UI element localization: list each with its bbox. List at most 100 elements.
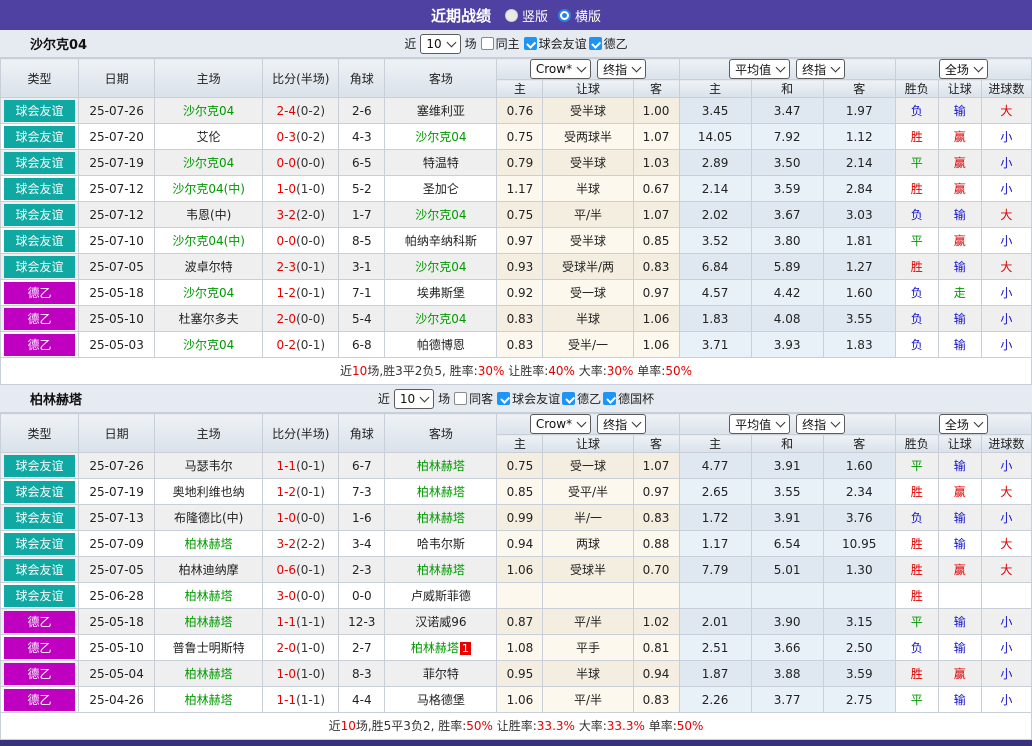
final-odds-select[interactable]: 终指 — [597, 59, 647, 79]
crow-home-odds: 0.94 — [496, 530, 544, 557]
league-filter[interactable]: 德乙 — [588, 35, 628, 52]
away-team[interactable]: 柏林赫塔 — [417, 511, 465, 525]
home-team[interactable]: 艾伦 — [197, 130, 221, 144]
away-team[interactable]: 柏林赫塔 — [411, 641, 459, 655]
home-team[interactable]: 柏林赫塔 — [185, 537, 233, 551]
league-filters: 球会友谊 德乙 德国杯 — [497, 390, 654, 407]
away-team-cell: 沙尔克04 — [384, 253, 498, 280]
home-team[interactable]: 布隆德比(中) — [174, 511, 243, 525]
bookmaker-select[interactable]: Crow* — [529, 414, 592, 434]
checkbox-checked-icon[interactable] — [497, 392, 511, 405]
checkbox-checked-icon[interactable] — [562, 392, 576, 405]
home-team[interactable]: 沙尔克04 — [183, 286, 234, 300]
away-team[interactable]: 菲尔特 — [423, 667, 459, 681]
score-cell: 1-1(1-1) — [262, 686, 340, 713]
home-team[interactable]: 沙尔克04 — [183, 156, 234, 170]
home-team[interactable]: 沙尔克04(中) — [172, 182, 245, 196]
same-venue-filter[interactable]: 同主 — [480, 35, 520, 52]
home-team[interactable]: 韦恩(中) — [186, 208, 231, 222]
home-team[interactable]: 柏林迪纳摩 — [179, 563, 239, 577]
chevron-down-icon — [446, 37, 457, 47]
match-count-select[interactable]: 10 — [393, 388, 435, 409]
away-team[interactable]: 沙尔克04 — [415, 208, 466, 222]
home-team[interactable]: 普鲁士明斯特 — [173, 641, 245, 655]
match-row: 球会友谊 25-07-12 韦恩(中) 3-2(2-0) 1-7 沙尔克04 0… — [0, 201, 1032, 228]
checkbox-checked-icon[interactable] — [588, 37, 602, 50]
away-team[interactable]: 柏林赫塔 — [417, 459, 465, 473]
final-odds-select-2[interactable]: 终指 — [796, 59, 846, 79]
same-venue-filter[interactable]: 同客 — [454, 390, 493, 407]
result-handicap: 输 — [937, 97, 982, 124]
checkbox-unchecked-icon[interactable] — [454, 392, 468, 405]
layout-vertical-option[interactable]: 竖版 — [504, 6, 548, 25]
checkbox-checked-icon[interactable] — [603, 392, 617, 405]
home-team[interactable]: 柏林赫塔 — [185, 693, 233, 707]
final-odds-select-2[interactable]: 终指 — [796, 414, 846, 434]
half-score: (0-1) — [296, 458, 326, 473]
page-title: 近期战绩 — [430, 6, 491, 25]
avg-away-odds: 3.76 — [822, 504, 896, 531]
home-team[interactable]: 沙尔克04 — [183, 338, 234, 352]
away-team[interactable]: 马格德堡 — [417, 693, 465, 707]
home-team[interactable]: 波卓尔特 — [185, 260, 233, 274]
home-team[interactable]: 马瑟韦尔 — [185, 459, 233, 473]
date-cell: 25-07-13 — [78, 504, 156, 531]
away-team[interactable]: 塞维利亚 — [417, 104, 465, 118]
bookmaker-select[interactable]: Crow* — [529, 59, 592, 79]
result-wdl: 平 — [894, 452, 939, 479]
away-team[interactable]: 卢威斯菲德 — [411, 589, 471, 603]
away-team[interactable]: 哈韦尔斯 — [417, 537, 465, 551]
same-venue-label: 同主 — [495, 37, 520, 51]
away-team[interactable]: 柏林赫塔 — [417, 485, 465, 499]
crow-away-odds — [632, 582, 680, 609]
home-team[interactable]: 柏林赫塔 — [185, 667, 233, 681]
home-team[interactable]: 奥地利维也纳 — [173, 485, 245, 499]
average-odds-select[interactable]: 平均值 — [729, 414, 791, 434]
score-cell: 2-3(0-1) — [262, 253, 340, 280]
half-score: (0-1) — [296, 285, 326, 300]
average-odds-select[interactable]: 平均值 — [729, 59, 791, 79]
league-filter[interactable]: 德国杯 — [603, 390, 654, 407]
result-wdl: 负 — [894, 504, 939, 531]
radio-checked-icon[interactable] — [558, 8, 571, 22]
home-team[interactable]: 杜塞尔多夫 — [179, 312, 239, 326]
away-team[interactable]: 沙尔克04 — [415, 260, 466, 274]
away-team-cell: 卢威斯菲德 — [384, 582, 498, 609]
radio-unchecked-icon[interactable] — [504, 8, 518, 22]
league-filter[interactable]: 球会友谊 — [523, 35, 587, 52]
league-filter[interactable]: 德乙 — [562, 390, 601, 407]
result-goals — [980, 582, 1032, 609]
away-team[interactable]: 柏林赫塔 — [417, 563, 465, 577]
league-type-cell: 球会友谊 — [0, 97, 80, 124]
away-team-cell: 帕德博恩 — [384, 331, 498, 358]
away-team[interactable]: 汉诺威96 — [415, 615, 466, 629]
away-team[interactable]: 圣加仑 — [423, 182, 459, 196]
home-team[interactable]: 沙尔克04(中) — [172, 234, 245, 248]
scope-select[interactable]: 全场 — [938, 59, 988, 79]
away-team[interactable]: 帕纳辛纳科斯 — [405, 234, 477, 248]
final-odds-select[interactable]: 终指 — [597, 414, 647, 434]
away-team[interactable]: 沙尔克04 — [415, 130, 466, 144]
checkbox-checked-icon[interactable] — [523, 37, 537, 50]
col-avg-home: 主 — [678, 79, 752, 98]
away-team[interactable]: 特温特 — [423, 156, 459, 170]
col-avg-away: 客 — [822, 79, 896, 98]
section-header-hertha: 柏林赫塔 近 10 场 同客 球会友谊 德乙 德国杯 — [0, 385, 1032, 413]
match-row: 德乙 25-05-18 沙尔克04 1-2(0-1) 7-1 埃弗斯堡 0.92… — [0, 279, 1032, 306]
avg-draw-odds: 4.42 — [750, 279, 824, 306]
away-team[interactable]: 埃弗斯堡 — [417, 286, 465, 300]
home-team[interactable]: 柏林赫塔 — [185, 615, 233, 629]
checkbox-unchecked-icon[interactable] — [480, 37, 494, 50]
crow-away-odds: 0.81 — [632, 634, 680, 661]
away-team[interactable]: 帕德博恩 — [417, 338, 465, 352]
home-team[interactable]: 沙尔克04 — [183, 104, 234, 118]
scope-select[interactable]: 全场 — [938, 414, 988, 434]
layout-horizontal-option[interactable]: 横版 — [558, 6, 601, 25]
full-score: 3-0 — [276, 588, 297, 603]
match-count-select[interactable]: 10 — [420, 33, 461, 54]
avg-draw-odds: 3.47 — [750, 97, 824, 124]
league-filter[interactable]: 球会友谊 — [497, 390, 560, 407]
away-team[interactable]: 沙尔克04 — [415, 312, 466, 326]
home-team[interactable]: 柏林赫塔 — [185, 589, 233, 603]
result-wdl: 平 — [894, 608, 939, 635]
